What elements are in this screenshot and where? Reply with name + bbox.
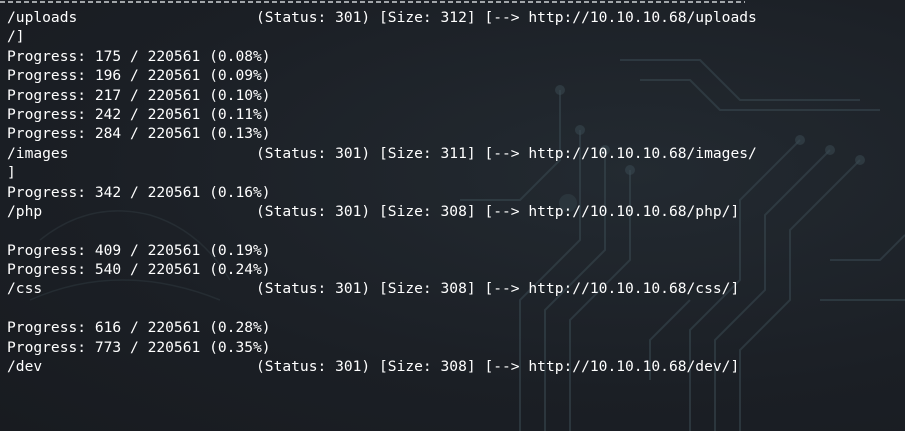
status-info: (Status: 301) [Size: 308] [--> http://10… <box>256 280 740 298</box>
top-dashed-rule <box>0 1 745 3</box>
output-text: Progress: 342 / 220561 (0.16%) <box>7 183 271 201</box>
output-text: Progress: 196 / 220561 (0.09%) <box>7 67 271 85</box>
status-info: (Status: 301) [Size: 311] [--> http://10… <box>256 144 757 162</box>
output-text: Progress: 773 / 220561 (0.35%) <box>7 338 271 356</box>
output-line: Progress: 540 / 220561 (0.24%) <box>7 260 757 279</box>
result-line: /dev (Status: 301) [Size: 308] [--> http:… <box>7 357 757 376</box>
output-text: Progress: 217 / 220561 (0.10%) <box>7 86 271 104</box>
result-line: /php (Status: 301) [Size: 308] [--> http:… <box>7 202 757 221</box>
output-line: Progress: 342 / 220561 (0.16%) <box>7 183 757 202</box>
output-line: /] <box>7 27 757 46</box>
status-info: (Status: 301) [Size: 308] [--> http://10… <box>256 202 740 220</box>
output-text: /] <box>7 28 25 46</box>
output-line: Progress: 616 / 220561 (0.28%) <box>7 318 757 337</box>
output-line: Progress: 773 / 220561 (0.35%) <box>7 338 757 357</box>
output-text: Progress: 284 / 220561 (0.13%) <box>7 125 271 143</box>
terminal-output[interactable]: /uploads (Status: 301) [Size: 312] [--> h… <box>7 8 757 376</box>
output-text: Progress: 409 / 220561 (0.19%) <box>7 241 271 259</box>
output-text: Progress: 540 / 220561 (0.24%) <box>7 261 271 279</box>
result-line: /css (Status: 301) [Size: 308] [--> http:… <box>7 279 757 298</box>
terminal-window[interactable]: /uploads (Status: 301) [Size: 312] [--> h… <box>0 0 905 431</box>
output-text: Progress: 242 / 220561 (0.11%) <box>7 105 271 123</box>
found-path: /php <box>7 202 43 220</box>
output-line: ] <box>7 163 757 182</box>
output-line: Progress: 284 / 220561 (0.13%) <box>7 124 757 143</box>
found-path: /dev <box>7 358 43 376</box>
result-line: /uploads (Status: 301) [Size: 312] [--> h… <box>7 8 757 27</box>
output-line: Progress: 175 / 220561 (0.08%) <box>7 47 757 66</box>
found-path: /uploads <box>7 9 78 26</box>
output-text: Progress: 616 / 220561 (0.28%) <box>7 319 271 337</box>
output-line: Progress: 217 / 220561 (0.10%) <box>7 86 757 105</box>
result-line: /images (Status: 301) [Size: 311] [--> ht… <box>7 144 757 163</box>
found-path: /images <box>7 144 69 162</box>
status-info: (Status: 301) [Size: 308] [--> http://10… <box>256 358 740 376</box>
status-info: (Status: 301) [Size: 312] [--> http://10… <box>256 9 757 26</box>
found-path: /css <box>7 280 43 298</box>
output-line: Progress: 242 / 220561 (0.11%) <box>7 105 757 124</box>
output-text: ] <box>7 164 16 182</box>
output-line: Progress: 409 / 220561 (0.19%) <box>7 241 757 260</box>
output-text: Progress: 175 / 220561 (0.08%) <box>7 47 271 65</box>
output-line: Progress: 196 / 220561 (0.09%) <box>7 66 757 85</box>
